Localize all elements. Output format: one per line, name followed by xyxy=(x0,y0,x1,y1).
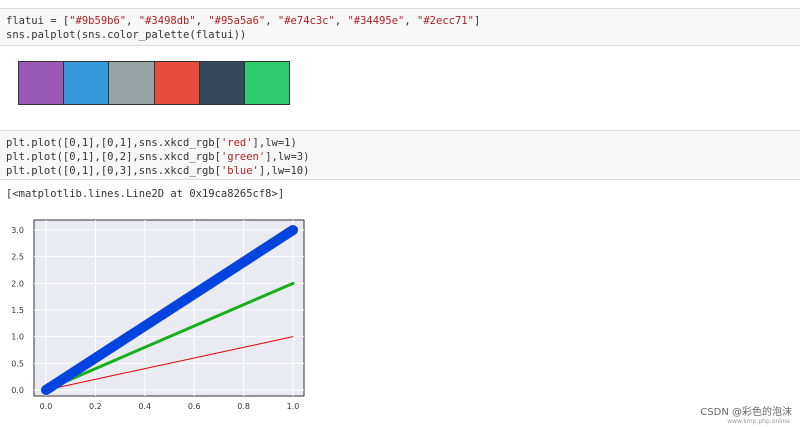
sub-watermark: www.kmp.php.online xyxy=(727,418,790,425)
code-line-plot-green: plt.plot([0,1],[0,2],sns.xkcd_rgb['green… xyxy=(6,151,310,163)
code-cell-plot[interactable]: plt.plot([0,1],[0,1],sns.xkcd_rgb['red']… xyxy=(0,130,800,180)
x-tick-label: 0.6 xyxy=(188,402,201,411)
palette-swatch xyxy=(199,62,245,104)
code-line-plot-blue: plt.plot([0,1],[0,3],sns.xkcd_rgb['blue'… xyxy=(6,165,310,177)
line-plot: 0.0 0.2 0.4 0.6 0.8 1.0 0.0 0.5 1.0 1.5 2.0 2.5 3.0 xyxy=(0,215,330,420)
code-cell-palette[interactable]: flatui = ["#9b59b6", "#3498db", "#95a5a6… xyxy=(0,8,800,46)
y-tick-label: 2.5 xyxy=(11,253,24,262)
palette-swatch xyxy=(64,62,110,104)
color-string: "#34495e" xyxy=(347,15,405,27)
watermark: CSDN @彩色的泡沫 xyxy=(700,407,792,418)
code-line-palplot: sns.palplot(sns.color_palette(flatui)) xyxy=(6,29,247,41)
y-tick-label: 0.0 xyxy=(11,386,24,395)
color-string: "#3498db" xyxy=(138,15,196,27)
cell-output-text: [<matplotlib.lines.Line2D at 0x19ca8265c… xyxy=(6,188,285,200)
palette-swatch xyxy=(109,62,155,104)
x-tick-label: 0.8 xyxy=(237,402,250,411)
color-string: "#95a5a6" xyxy=(208,15,266,27)
plot-svg: 0.0 0.2 0.4 0.6 0.8 1.0 0.0 0.5 1.0 1.5 2.0 2.5 3.0 xyxy=(11,219,305,411)
palette-swatch xyxy=(244,62,290,104)
y-tick-label: 0.5 xyxy=(11,359,24,368)
y-tick-label: 2.0 xyxy=(11,279,24,288)
code-line-plot-red: plt.plot([0,1],[0,1],sns.xkcd_rgb['red']… xyxy=(6,137,297,149)
color-string: "#2ecc71" xyxy=(417,15,474,27)
x-tick-label: 0.4 xyxy=(138,402,151,411)
x-tick-label: 0.0 xyxy=(40,402,53,411)
palette-swatch xyxy=(19,62,65,104)
x-tick-label: 1.0 xyxy=(287,402,300,411)
y-tick-label: 3.0 xyxy=(11,226,24,235)
color-string: "#e74c3c" xyxy=(277,15,335,27)
color-string: "#9b59b6" xyxy=(69,15,127,27)
x-tick-label: 0.2 xyxy=(89,402,102,411)
code-line-flatui: flatui = ["#9b59b6", "#3498db", "#95a5a6… xyxy=(6,15,481,27)
y-tick-label: 1.5 xyxy=(11,306,24,315)
y-tick-label: 1.0 xyxy=(11,333,24,342)
palette-swatch xyxy=(154,62,200,104)
color-palette xyxy=(18,61,290,105)
